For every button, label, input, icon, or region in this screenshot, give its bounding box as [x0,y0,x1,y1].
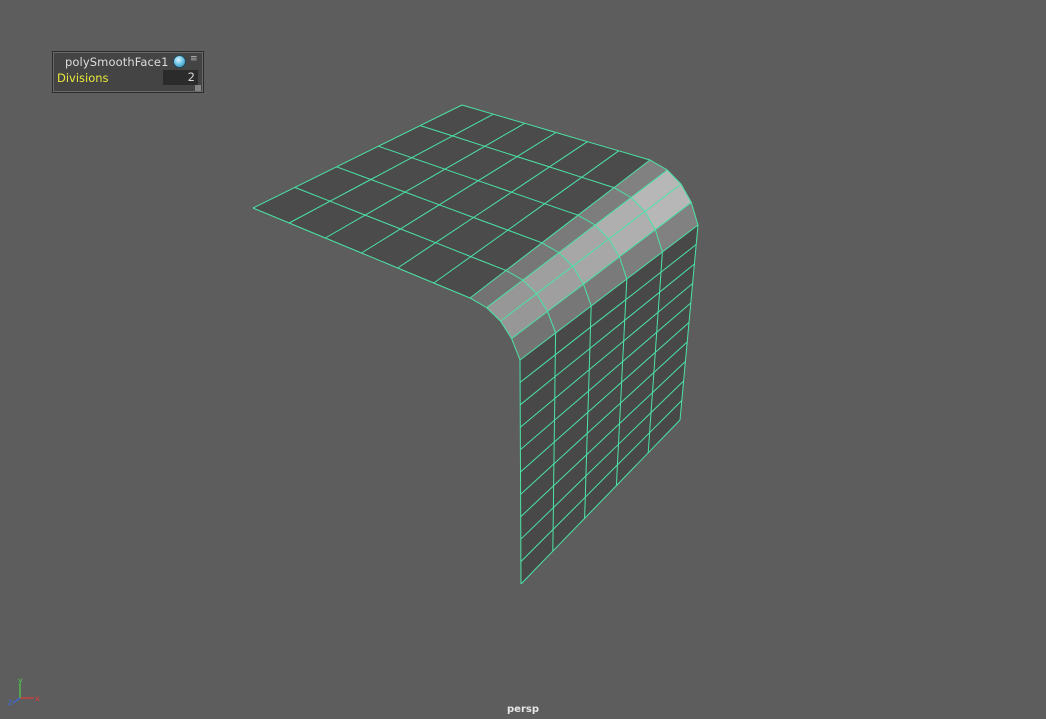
smoothed-mesh[interactable] [252,104,699,585]
axis-indicator: y x z [8,676,40,706]
axis-label-x: x [35,694,40,703]
hud-panel[interactable]: polySmoothFace1 ≡ Divisions 2 [52,51,204,93]
hud-node-name: polySmoothFace1 [65,55,169,69]
camera-name-label: persp [507,704,539,715]
node-sphere-icon[interactable] [173,55,186,68]
menu-icon[interactable]: ≡ [190,54,198,64]
z-axis-icon [12,697,21,704]
divisions-field[interactable]: 2 [163,70,198,85]
perspective-viewport[interactable] [0,0,1046,719]
divisions-label: Divisions [57,71,109,85]
axis-label-y: y [18,676,23,685]
resize-grip-icon[interactable] [195,85,201,91]
